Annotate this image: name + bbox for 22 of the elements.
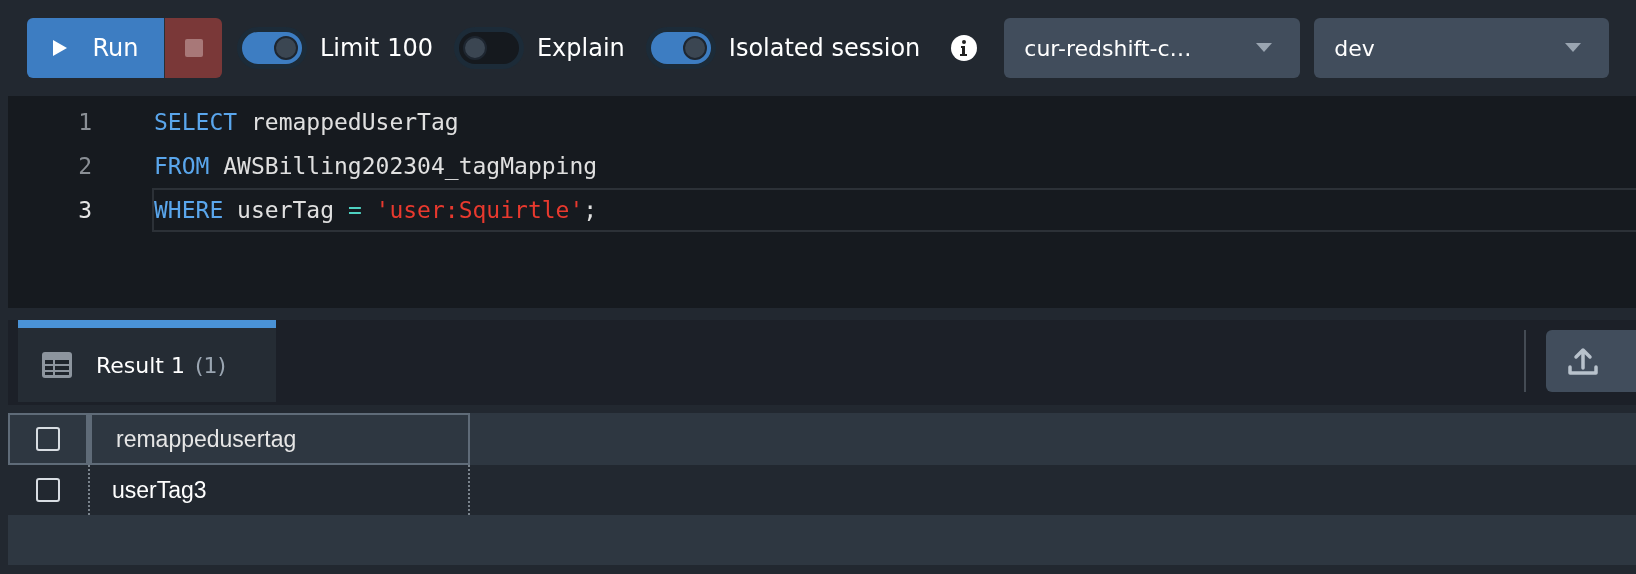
line-number: 2 <box>77 153 92 179</box>
code-line: FROM AWSBilling202304_tagMapping <box>153 152 599 182</box>
caret-icon <box>1256 43 1273 53</box>
line-number: 3 <box>77 197 92 223</box>
database-dropdown[interactable]: dev <box>1314 18 1610 78</box>
line-number: 1 <box>77 109 92 135</box>
table-icon <box>42 352 72 378</box>
stop-button[interactable] <box>164 18 222 78</box>
result-tab[interactable]: Result 1 (1) <box>18 320 276 402</box>
caret-icon <box>1565 43 1582 53</box>
checkbox[interactable] <box>36 478 60 502</box>
checkbox[interactable] <box>36 427 60 451</box>
toggle-label: Limit 100 <box>320 34 433 62</box>
info-icon[interactable] <box>950 34 979 62</box>
database-dropdown[interactable]: cur-redshift-c… <box>1004 18 1301 78</box>
run-button[interactable]: Run <box>27 18 164 78</box>
code-line: WHERE userTag = 'user:Squirtle'; <box>152 188 1636 232</box>
toggle-label: Isolated session <box>728 34 921 62</box>
export-button[interactable] <box>1546 330 1636 392</box>
toggle-label: Explain <box>536 34 625 62</box>
play-icon <box>52 39 69 57</box>
code-line: SELECT remappedUserTag <box>153 108 460 137</box>
